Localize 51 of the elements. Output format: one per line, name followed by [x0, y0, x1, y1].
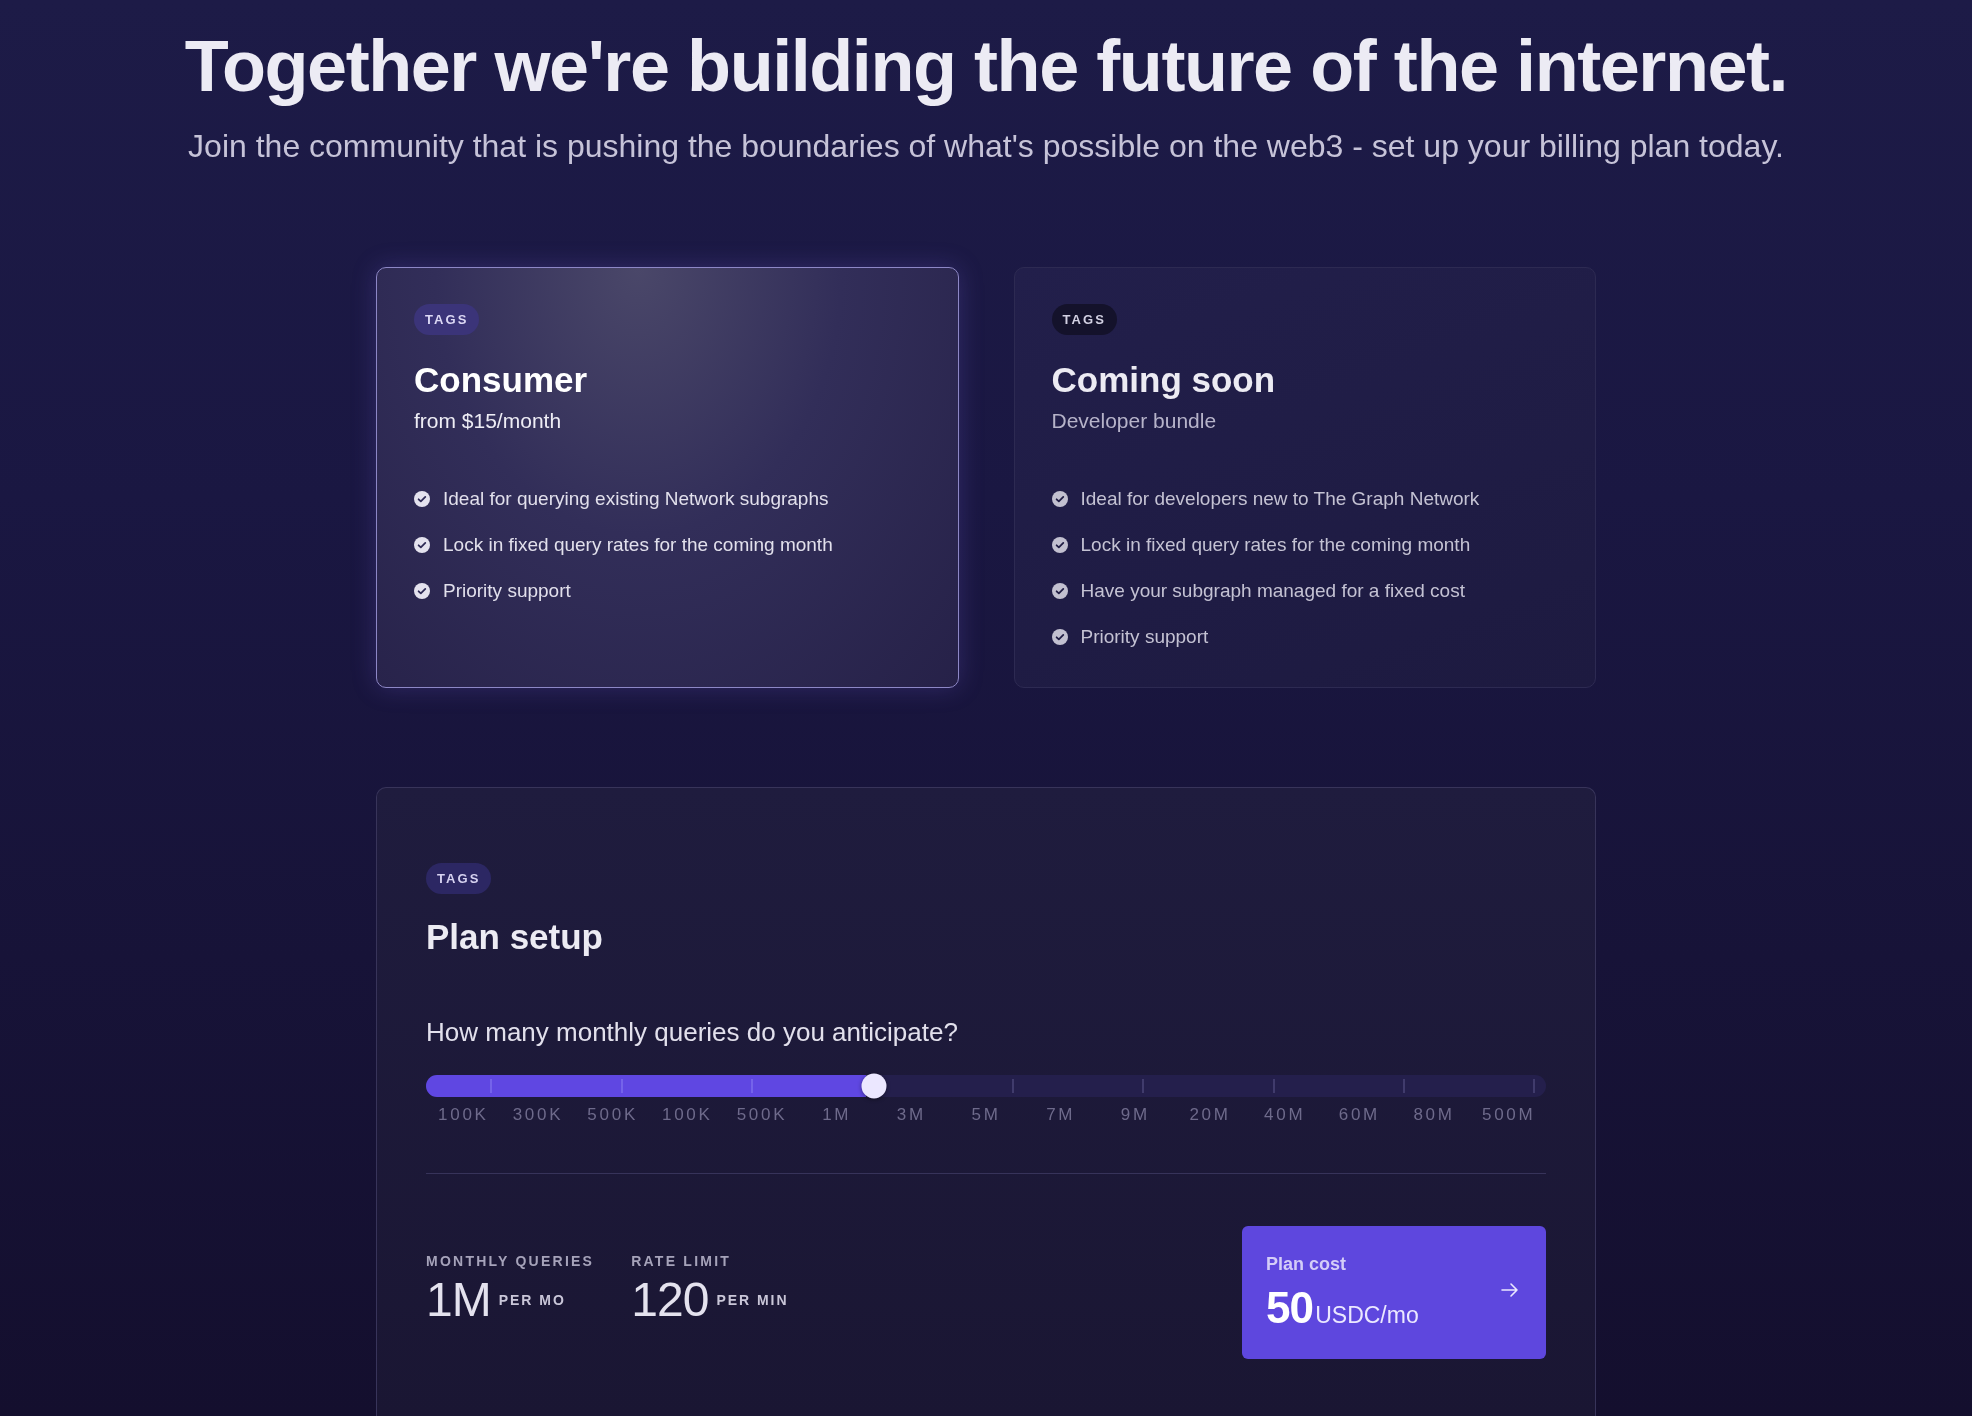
check-icon: [414, 537, 430, 553]
feature-text: Priority support: [443, 579, 571, 603]
feature-text: Ideal for querying existing Network subgraphs: [443, 487, 829, 511]
tag-badge: TAGS: [426, 863, 492, 894]
feature-text: Lock in fixed query rates for the coming month: [1080, 533, 1471, 557]
tick-label: 3M: [896, 1105, 926, 1125]
check-icon: [414, 491, 430, 507]
stat-label: MONTHLY QUERIES: [426, 1251, 595, 1270]
slider-thumb[interactable]: [861, 1073, 887, 1099]
tick-label: 20M: [1189, 1105, 1231, 1125]
plan-title: Coming soon: [1051, 359, 1276, 401]
tick-label: 5M: [971, 1105, 1001, 1125]
feature-text: Lock in fixed query rates for the coming month: [443, 533, 833, 557]
plan-title: Consumer: [414, 359, 588, 401]
tick-label: 500M: [1481, 1105, 1536, 1125]
section-title: Plan setup: [426, 916, 603, 958]
stat-unit: PER MIN: [716, 1290, 789, 1309]
plan-subtitle: Developer bundle: [1051, 408, 1217, 434]
check-icon: [414, 583, 430, 599]
tick-label: 100K: [438, 1105, 489, 1125]
tag-badge: TAGS: [1051, 304, 1117, 335]
plan-subtitle: from $15/month: [414, 408, 562, 434]
tick-label: 60M: [1338, 1105, 1380, 1125]
stat-value: 120: [631, 1273, 709, 1326]
tick-label: 500K: [587, 1105, 638, 1125]
tick-label: 1M: [822, 1105, 852, 1125]
stat-label: RATE LIMIT: [631, 1251, 733, 1270]
plan-card[interactable]: TAGS Consumer from $15/month Ideal for querying existing Network subgraphs Lock in fixed query rates for the coming month Priority support: [376, 267, 959, 688]
tick-label: 300K: [512, 1105, 564, 1125]
check-icon: [1051, 629, 1068, 645]
tag-badge: TAGS: [414, 304, 480, 335]
slider-question: How many monthly queries do you anticipate?: [426, 1016, 958, 1049]
tick-label: 40M: [1264, 1105, 1306, 1125]
check-icon: [1051, 537, 1068, 553]
stat-unit: PER MO: [498, 1290, 566, 1309]
plan-card[interactable]: TAGS Coming soon Developer bundle Ideal for developers new to The Graph Network Lock in fixed query rates for the coming month Have your subgraph managed for a fixed cost Priority support: [1013, 267, 1596, 688]
tick-label: 500K: [736, 1105, 788, 1125]
page-subtitle: Join the community that is pushing the boundaries of what's possible on the web3 - set up your billing plan today.: [188, 127, 1784, 166]
tick-label: 80M: [1413, 1105, 1455, 1125]
check-icon: [1051, 583, 1068, 599]
slider-track[interactable]: [426, 1075, 1546, 1097]
tick-label: 100K: [662, 1105, 713, 1125]
tick-label: 9M: [1120, 1105, 1150, 1125]
stat-value: 1M: [426, 1273, 491, 1326]
tick-label: 7M: [1046, 1105, 1076, 1125]
feature-text: Priority support: [1080, 625, 1209, 649]
feature-text: Have your subgraph managed for a fixed cost: [1080, 579, 1465, 603]
plan-cost-button[interactable]: Plan cost 50 USDC/mo: [1242, 1226, 1546, 1359]
feature-text: Ideal for developers new to The Graph Network: [1080, 487, 1480, 511]
check-icon: [1051, 491, 1068, 507]
page-title: Together we're building the future of the internet.: [184, 25, 1788, 108]
